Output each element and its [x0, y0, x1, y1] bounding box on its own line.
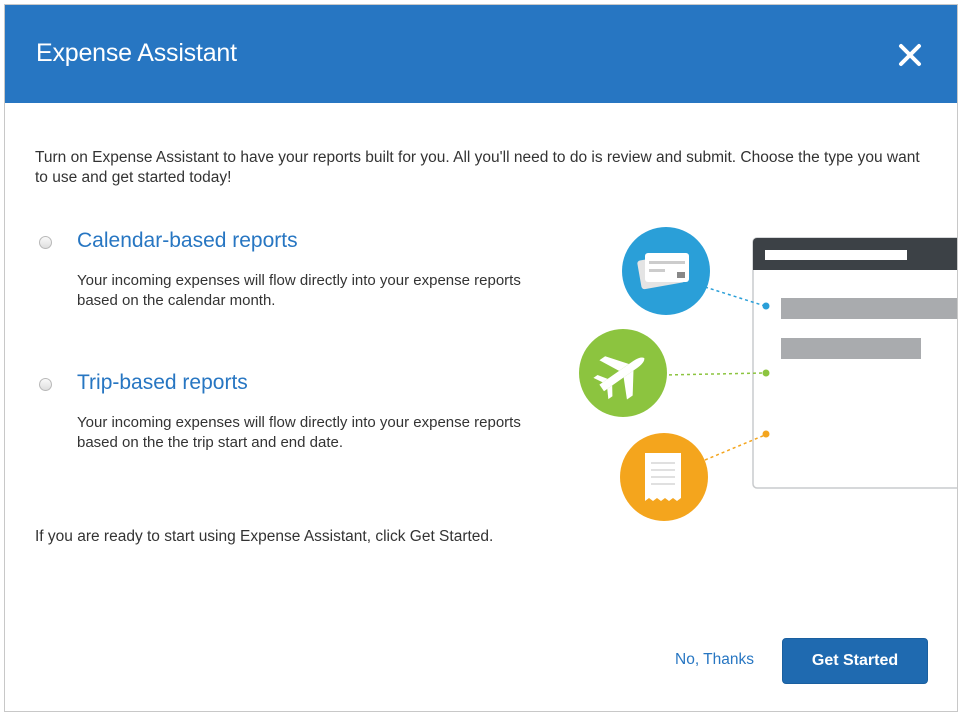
dialog-title: Expense Assistant [36, 39, 237, 67]
expense-assistant-dialog: Expense Assistant Turn on Expense Assist… [4, 4, 958, 712]
calendar-based-description: Your incoming expenses will flow directl… [77, 272, 521, 309]
airplane-icon [579, 329, 667, 417]
receipt-icon [620, 433, 708, 521]
close-button[interactable] [897, 42, 923, 68]
trip-based-radio[interactable] [39, 378, 52, 391]
calendar-based-radio[interactable] [39, 236, 52, 249]
no-thanks-link[interactable]: No, Thanks [675, 651, 754, 669]
report-window [752, 237, 957, 489]
get-started-hint: If you are ready to start using Expense … [35, 528, 494, 545]
calendar-based-title[interactable]: Calendar-based reports [77, 229, 298, 253]
trip-based-description: Your incoming expenses will flow directl… [77, 414, 521, 451]
credit-card-icon [622, 227, 710, 315]
close-icon [899, 44, 921, 66]
dialog-header: Expense Assistant [5, 5, 957, 103]
trip-based-title[interactable]: Trip-based reports [77, 371, 248, 395]
intro-text: Turn on Expense Assistant to have your r… [35, 149, 920, 186]
expense-flow-illustration [579, 227, 957, 521]
get-started-button[interactable]: Get Started [782, 638, 928, 684]
